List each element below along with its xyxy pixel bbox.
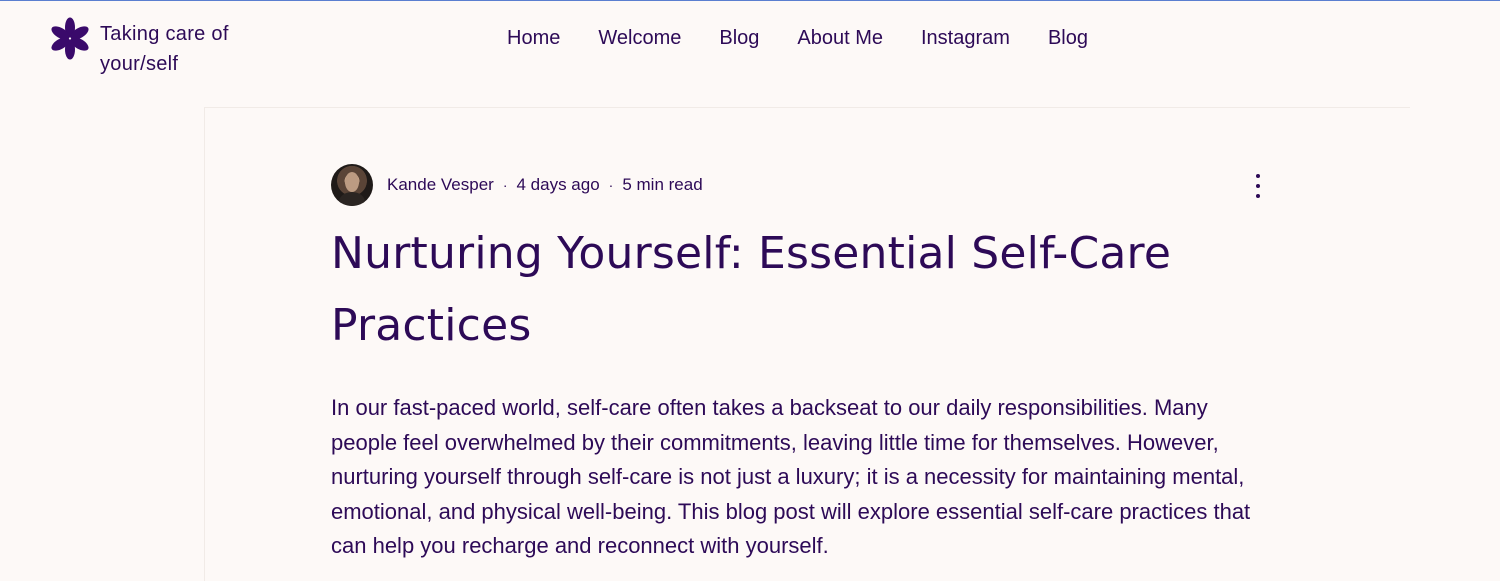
post-meta: Kande Vesper · 4 days ago · 5 min read	[331, 164, 703, 206]
more-options-icon[interactable]	[1250, 174, 1266, 198]
author-avatar[interactable]	[331, 164, 373, 206]
nav-item-about-me[interactable]: About Me	[778, 27, 902, 50]
meta-separator: ·	[502, 177, 508, 193]
nav-item-instagram[interactable]: Instagram	[902, 27, 1029, 50]
nav-item-blog[interactable]: Blog	[700, 27, 778, 50]
main-nav: Home Welcome Blog About Me Instagram Blo…	[488, 24, 1107, 52]
site-logo[interactable]: Taking care of your/self	[50, 17, 250, 79]
meta-separator: ·	[608, 177, 614, 193]
author-name[interactable]: Kande Vesper	[387, 175, 494, 195]
nav-item-welcome[interactable]: Welcome	[579, 27, 700, 50]
read-time: 5 min read	[622, 175, 703, 194]
nav-item-blog-2[interactable]: Blog	[1029, 27, 1107, 50]
post-title: Nurturing Yourself: Essential Self-Care …	[331, 228, 1172, 351]
blog-post: Kande Vesper · 4 days ago · 5 min read N…	[204, 107, 1410, 581]
asterisk-flower-icon	[51, 17, 89, 60]
post-body: In our fast-paced world, self-care often…	[331, 395, 1251, 558]
site-title: Taking care of your/self	[100, 23, 229, 75]
post-date: 4 days ago	[516, 175, 600, 194]
top-border	[0, 0, 1500, 1]
nav-item-home[interactable]: Home	[488, 27, 579, 50]
